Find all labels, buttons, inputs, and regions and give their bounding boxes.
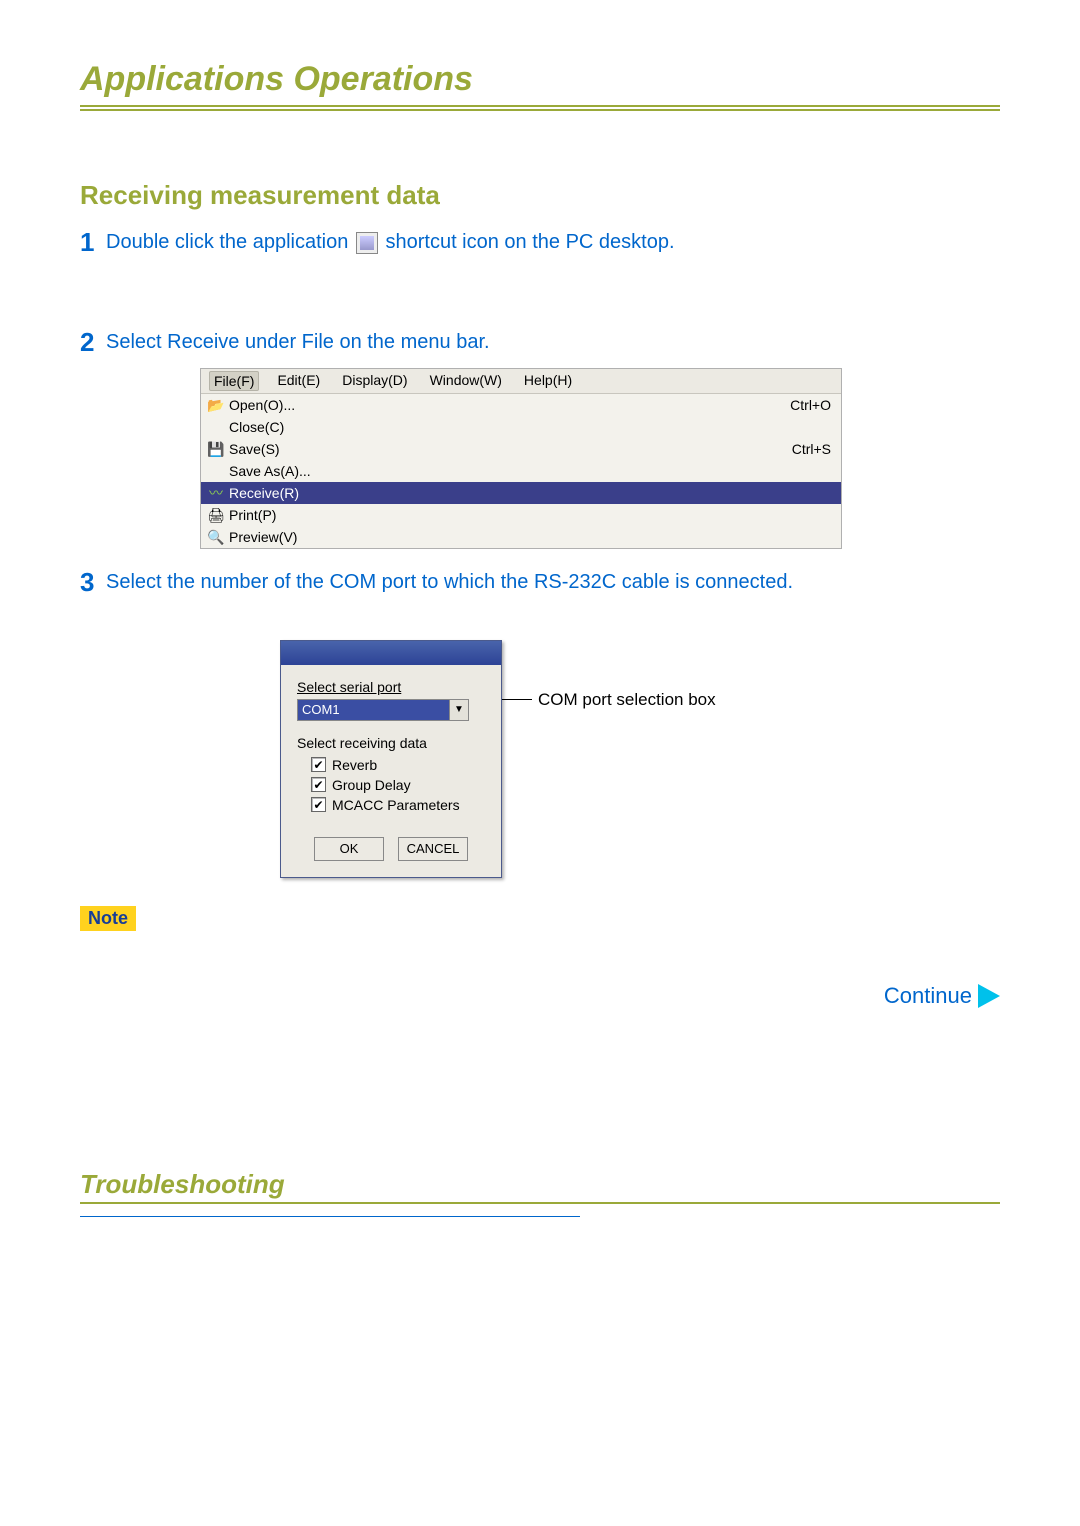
- step-1-text-after: shortcut icon on the PC desktop.: [385, 231, 674, 253]
- file-dropdown: 📂 Open(O)... Ctrl+O Close(C) 💾 Save(S) C…: [201, 394, 841, 548]
- menu-item-save-label: Save(S): [229, 441, 792, 457]
- menu-item-save[interactable]: 💾 Save(S) Ctrl+S: [201, 438, 841, 460]
- cancel-button[interactable]: CANCEL: [398, 837, 468, 861]
- ok-button[interactable]: OK: [314, 837, 384, 861]
- continue-link[interactable]: Continue: [884, 983, 972, 1009]
- step-1-sub: [106, 268, 1000, 311]
- checkbox-reverb-row[interactable]: ✔ Reverb: [297, 755, 485, 775]
- print-icon: 🖨: [207, 507, 225, 523]
- step-3-number: 3: [80, 567, 106, 598]
- step-2-number: 2: [80, 327, 106, 358]
- preview-icon: 🔍: [207, 529, 225, 545]
- step-3-sub: [106, 608, 1000, 630]
- menu-item-open-shortcut: Ctrl+O: [790, 397, 831, 413]
- menu-item-receive[interactable]: 〰 Receive(R): [201, 482, 841, 504]
- intro-text: [80, 125, 1000, 150]
- menu-item-open[interactable]: 📂 Open(O)... Ctrl+O: [201, 394, 841, 416]
- checkbox-groupdelay-row[interactable]: ✔ Group Delay: [297, 775, 485, 795]
- note-badge: Note: [80, 906, 136, 931]
- step-3-text: Select the number of the COM port to whi…: [106, 567, 793, 594]
- menu-bar: File(F) Edit(E) Display(D) Window(W) Hel…: [201, 369, 841, 394]
- section-title: Applications Operations: [80, 60, 1000, 111]
- com-port-combo[interactable]: COM1 ▼: [297, 699, 469, 721]
- step-1-number: 1: [80, 227, 106, 258]
- checkbox-mcacc-row[interactable]: ✔ MCACC Parameters: [297, 795, 485, 815]
- continue-arrow-icon[interactable]: [978, 984, 1000, 1008]
- step-1-text-before: Double click the application: [106, 231, 354, 253]
- menu-item-close-label: Close(C): [229, 419, 831, 435]
- step-2-text: Select Receive under File on the menu ba…: [106, 327, 490, 354]
- checkbox-mcacc[interactable]: ✔: [311, 797, 326, 812]
- com-port-value: COM1: [298, 700, 449, 720]
- menu-file[interactable]: File(F): [209, 371, 259, 391]
- receive-icon: 〰: [207, 485, 225, 501]
- file-menu-screenshot: File(F) Edit(E) Display(D) Window(W) Hel…: [200, 368, 842, 549]
- step-1-text: Double click the application shortcut ic…: [106, 227, 675, 254]
- menu-item-print[interactable]: 🖨 Print(P): [201, 504, 841, 526]
- menu-window[interactable]: Window(W): [426, 371, 506, 391]
- checkbox-mcacc-label: MCACC Parameters: [332, 797, 460, 813]
- subtitle: Receiving measurement data: [80, 180, 1000, 211]
- note-text: [106, 931, 1000, 953]
- select-receiving-label: Select receiving data: [297, 735, 485, 751]
- menu-item-save-shortcut: Ctrl+S: [792, 441, 831, 457]
- menu-item-print-label: Print(P): [229, 507, 831, 523]
- menu-edit[interactable]: Edit(E): [273, 371, 324, 391]
- serial-port-dialog: Select serial port COM1 ▼ Select receivi…: [280, 640, 502, 878]
- open-icon: 📂: [207, 397, 225, 413]
- chevron-down-icon[interactable]: ▼: [449, 700, 468, 720]
- troubleshooting-heading: Troubleshooting: [80, 1169, 1000, 1204]
- checkbox-reverb-label: Reverb: [332, 757, 377, 773]
- menu-item-saveas-label: Save As(A)...: [229, 463, 831, 479]
- menu-item-saveas[interactable]: Save As(A)...: [201, 460, 841, 482]
- checkbox-groupdelay-label: Group Delay: [332, 777, 411, 793]
- menu-item-preview[interactable]: 🔍 Preview(V): [201, 526, 841, 548]
- save-icon: 💾: [207, 441, 225, 457]
- com-port-callout: COM port selection box: [502, 690, 716, 710]
- menu-item-open-label: Open(O)...: [229, 397, 790, 413]
- menu-item-receive-label: Receive(R): [229, 485, 831, 501]
- select-serial-label: Select serial port: [297, 679, 485, 695]
- troubleshooting-underline: [80, 1215, 580, 1217]
- menu-item-preview-label: Preview(V): [229, 529, 831, 545]
- app-shortcut-icon: [356, 232, 378, 254]
- blank-icon: [207, 419, 225, 435]
- dialog-titlebar: [281, 641, 501, 665]
- menu-display[interactable]: Display(D): [338, 371, 411, 391]
- checkbox-reverb[interactable]: ✔: [311, 757, 326, 772]
- blank-icon: [207, 463, 225, 479]
- checkbox-groupdelay[interactable]: ✔: [311, 777, 326, 792]
- menu-help[interactable]: Help(H): [520, 371, 576, 391]
- menu-item-close[interactable]: Close(C): [201, 416, 841, 438]
